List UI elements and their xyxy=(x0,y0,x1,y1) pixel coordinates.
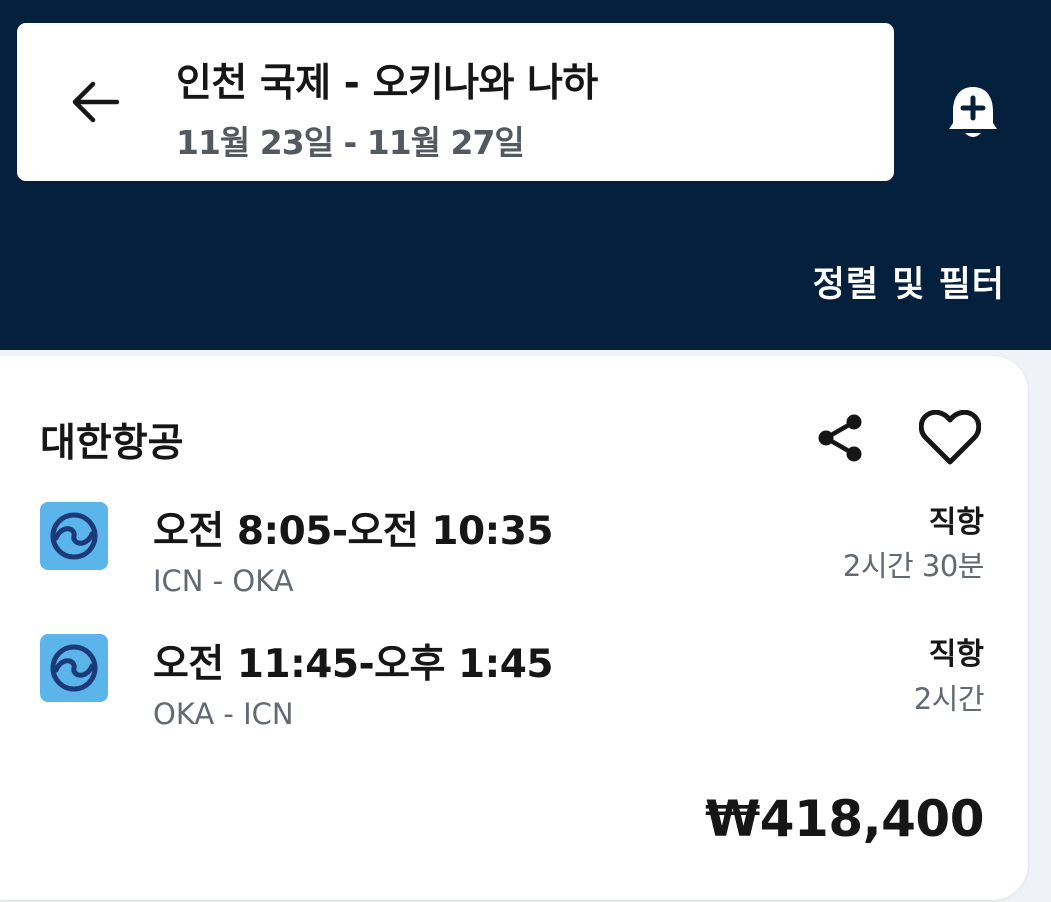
share-icon xyxy=(818,414,862,462)
korean-air-logo xyxy=(50,644,98,692)
return-route: OKA - ICN xyxy=(153,697,294,731)
arrow-left-icon xyxy=(72,81,120,123)
return-duration: 2시간 xyxy=(913,682,985,716)
travel-dates: 11월 23일 - 11월 27일 xyxy=(176,123,525,162)
favorite-button[interactable] xyxy=(916,404,984,472)
airline-name: 대한항공 xyxy=(40,421,184,466)
price-alert-button[interactable] xyxy=(940,80,1006,146)
heart-icon xyxy=(919,410,981,465)
outbound-duration: 2시간 30분 xyxy=(842,549,985,583)
airline-logo xyxy=(40,634,108,702)
back-button[interactable] xyxy=(62,69,128,135)
price[interactable]: ₩418,400 xyxy=(705,790,984,848)
search-summary-card[interactable]: 인천 국제 - 오키나와 나하 11월 23일 - 11월 27일 xyxy=(17,23,894,181)
return-times: 오전 11:45-오후 1:45 xyxy=(153,642,554,687)
airline-logo xyxy=(40,502,108,570)
outbound-times: 오전 8:05-오전 10:35 xyxy=(153,509,554,554)
outbound-route: ICN - OKA xyxy=(153,564,294,598)
sort-filter-button[interactable]: 정렬 및 필터 xyxy=(813,256,1005,307)
outbound-stops: 직항 xyxy=(928,505,984,540)
korean-air-logo xyxy=(50,512,98,560)
route-title: 인천 국제 - 오키나와 나하 xyxy=(176,61,598,106)
bell-plus-icon xyxy=(949,87,997,137)
share-button[interactable] xyxy=(810,408,870,468)
return-stops: 직항 xyxy=(928,637,984,672)
top-header: 인천 국제 - 오키나와 나하 11월 23일 - 11월 27일 정렬 및 필… xyxy=(0,0,1051,350)
